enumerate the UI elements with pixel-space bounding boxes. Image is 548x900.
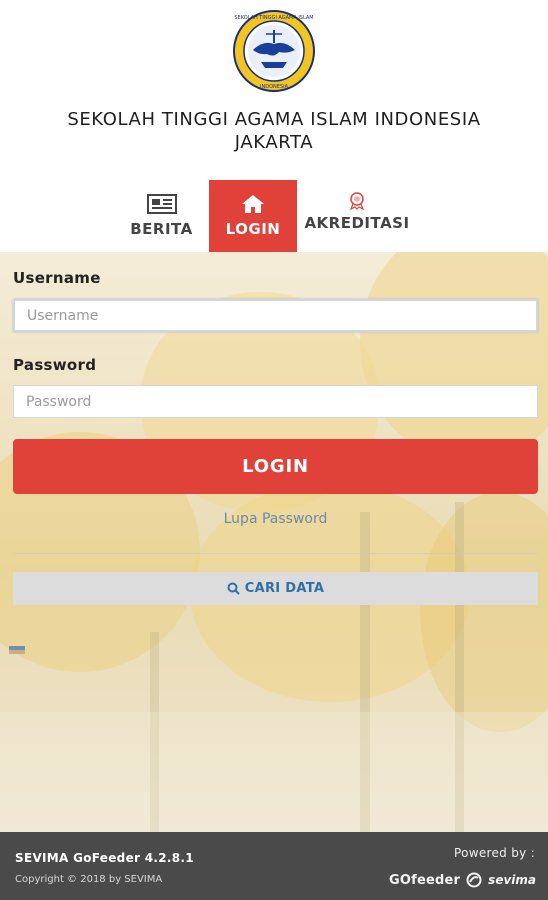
sevima-logo-icon [466,872,482,888]
footer: SEVIMA GoFeeder 4.2.8.1 Copyright © 2018… [0,832,548,900]
tab-berita-label: BERITA [130,220,193,238]
tab-akreditasi-label: AKREDITASI [304,214,410,232]
logo-bottom-text: INDONESIA [260,84,289,90]
certificate-icon [349,192,365,210]
password-input[interactable] [13,385,538,418]
login-panel: Username Password LOGIN Lupa Password CA… [0,252,548,832]
search-icon [227,582,240,595]
brand-logos: GOfeeder sevima [389,870,536,890]
college-name-line2: JAKARTA [234,132,314,153]
college-name-line1: SEKOLAH TINGGI AGAMA ISLAM INDONESIA [67,109,481,130]
gofeeder-logo: GOfeeder [389,872,461,888]
tab-login-label: LOGIN [225,220,281,238]
home-icon [242,195,264,213]
college-logo: SEKOLAH TINGGI AGAMA ISLAM INDONESIA [233,10,315,92]
tab-berita[interactable]: BERITA [114,180,209,252]
search-data-label: CARI DATA [244,581,325,596]
username-label: Username [13,269,101,287]
sevima-logo: sevima [488,873,536,887]
app-version: SEVIMA GoFeeder 4.2.8.1 [15,851,194,865]
tab-bar: BERITA LOGIN AKREDITASI [114,180,417,252]
tab-login[interactable]: LOGIN [209,180,297,252]
tulip-background-image [0,252,548,832]
language-flag-icon[interactable] [9,646,25,654]
username-input[interactable] [13,299,538,332]
header: SEKOLAH TINGGI AGAMA ISLAM INDONESIA SEK… [0,0,548,252]
logo-top-text: SEKOLAH TINGGI AGAMA ISLAM [234,15,313,21]
login-button[interactable]: LOGIN [13,439,538,494]
search-data-button[interactable]: CARI DATA [13,572,538,605]
divider [13,553,538,554]
copyright-text: Copyright © 2018 by SEVIMA [15,874,163,885]
password-label: Password [13,356,97,374]
tab-akreditasi[interactable]: AKREDITASI [297,180,417,252]
newspaper-icon [146,194,177,214]
forgot-password-link[interactable]: Lupa Password [13,511,538,527]
powered-by-text: Powered by : [453,846,535,860]
college-name: SEKOLAH TINGGI AGAMA ISLAM INDONESIA JAK… [20,108,528,154]
